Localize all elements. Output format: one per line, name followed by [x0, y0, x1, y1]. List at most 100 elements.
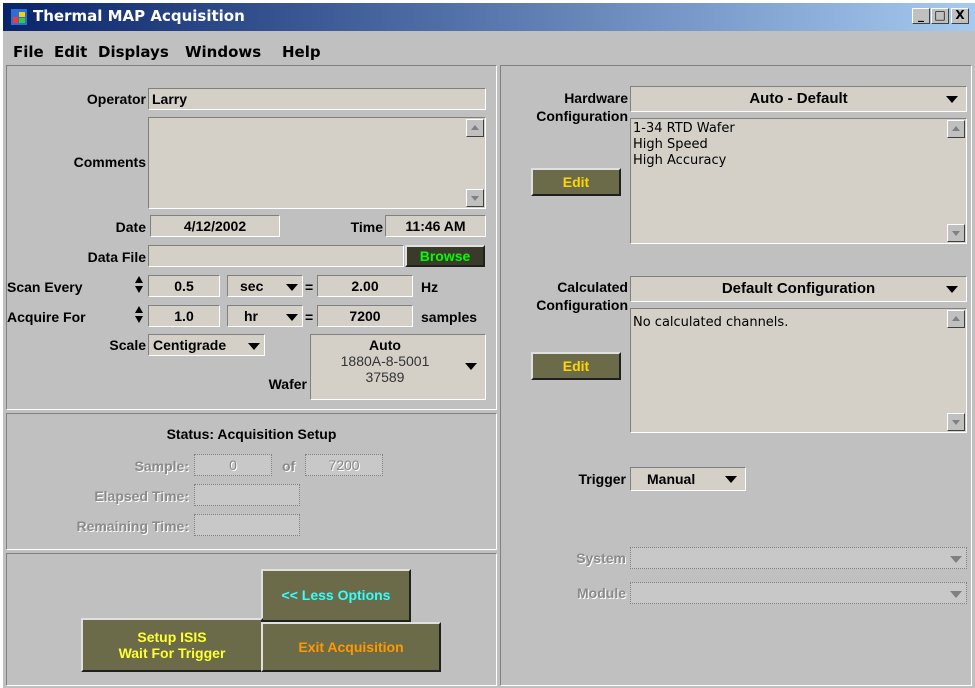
remaining-label: Remaining Time: — [76, 518, 189, 534]
wafer-label: Wafer — [268, 376, 307, 392]
menu-help[interactable]: Help — [282, 43, 321, 61]
system-label: System — [576, 550, 626, 566]
scroll-down-icon — [952, 420, 960, 425]
of-label: of — [282, 458, 296, 474]
chevron-down-icon — [950, 556, 962, 563]
scroll-up-button[interactable] — [947, 310, 965, 328]
data-file-label: Data File — [87, 249, 146, 265]
scroll-down-icon — [471, 196, 479, 201]
title-bar: Thermal MAP Acquisition _ □ X — [3, 3, 975, 31]
menu-edit[interactable]: Edit — [54, 43, 87, 61]
scroll-down-button[interactable] — [947, 413, 965, 431]
scan-unit-text: sec — [240, 278, 264, 294]
acquire-unit-text: hr — [244, 308, 258, 324]
calculated-edit-button[interactable]: Edit — [531, 352, 621, 380]
calculated-scrollbar[interactable] — [947, 310, 965, 431]
sample-total-field: 7200 — [305, 454, 383, 476]
hardware-scrollbar[interactable] — [947, 120, 965, 242]
hardware-configuration-label: Configuration — [536, 108, 628, 124]
hardware-line: 1-34 RTD Wafer — [633, 121, 735, 136]
comments-label: Comments — [73, 154, 146, 170]
remaining-field — [194, 514, 300, 536]
hardware-edit-button[interactable]: Edit — [531, 168, 621, 196]
chevron-down-icon — [950, 591, 962, 598]
acquire-unit-select[interactable]: hr — [227, 305, 303, 327]
setup-isis-button[interactable]: Setup ISIS Wait For Trigger — [81, 618, 263, 672]
scan-unit-select[interactable]: sec — [227, 275, 303, 297]
spin-down-icon — [135, 286, 143, 293]
menu-file[interactable]: File — [13, 43, 44, 61]
acquire-samples-unit: samples — [421, 309, 478, 325]
spin-down-icon — [135, 316, 143, 323]
application-window: Thermal MAP Acquisition _ □ X File Edit … — [3, 3, 975, 688]
scroll-up-button[interactable] — [466, 119, 484, 137]
acquire-spinner[interactable] — [134, 305, 144, 325]
setup-panel: Operator Larry Comments Date 4/12/2002 T… — [6, 65, 497, 410]
date-field: 4/12/2002 — [150, 215, 280, 237]
spin-up-icon — [135, 276, 143, 283]
action-panel: << Less Options Setup ISIS Wait For Trig… — [6, 553, 497, 686]
calculated-label: Calculated — [557, 279, 628, 295]
scan-value-input[interactable]: 0.5 — [148, 275, 220, 297]
scan-equals: = — [305, 279, 314, 295]
browse-button[interactable]: Browse — [405, 245, 485, 267]
hardware-config-select[interactable]: Auto - Default — [630, 86, 967, 112]
comments-textarea[interactable] — [148, 117, 486, 209]
chevron-down-icon — [286, 314, 298, 321]
comments-scrollbar[interactable] — [466, 119, 484, 207]
acquire-equals: = — [305, 309, 314, 325]
trigger-select[interactable]: Manual — [630, 467, 746, 491]
setup-isis-line1: Setup ISIS — [137, 629, 207, 645]
minimize-button[interactable]: _ — [912, 8, 930, 24]
close-icon: X — [955, 8, 965, 22]
menu-displays[interactable]: Displays — [98, 43, 169, 61]
module-select[interactable] — [630, 582, 967, 604]
operator-label: Operator — [86, 91, 146, 107]
scroll-up-icon — [952, 126, 960, 131]
minimize-icon: _ — [918, 8, 924, 22]
status-title: Status: Acquisition Setup — [166, 426, 337, 442]
hardware-config-lines: 1-34 RTD Wafer High Speed High Accuracy — [631, 119, 966, 169]
scale-text: Centigrade — [153, 337, 227, 353]
scan-every-label: Scan Every — [7, 279, 83, 295]
chevron-down-icon — [465, 363, 477, 370]
trigger-label: Trigger — [578, 471, 626, 487]
time-field: 11:46 AM — [385, 215, 486, 237]
status-panel: Status: Acquisition Setup Sample: 0 of 7… — [6, 413, 497, 550]
restore-button[interactable]: □ — [931, 8, 949, 24]
hardware-config-list: 1-34 RTD Wafer High Speed High Accuracy — [630, 118, 967, 244]
calculated-config-select[interactable]: Default Configuration — [630, 276, 967, 302]
close-button[interactable]: X — [951, 8, 969, 24]
chevron-down-icon — [946, 286, 958, 293]
scroll-down-button[interactable] — [466, 189, 484, 207]
scan-spinner[interactable] — [134, 275, 144, 295]
scroll-down-button[interactable] — [947, 224, 965, 242]
calculated-config-text: Default Configuration — [721, 280, 876, 297]
menu-windows[interactable]: Windows — [185, 43, 261, 61]
chevron-down-icon — [286, 284, 298, 291]
hardware-line: High Accuracy — [633, 153, 727, 168]
calculated-config-lines: No calculated channels. — [631, 309, 966, 331]
data-file-input[interactable] — [148, 245, 404, 267]
acquire-value-input[interactable]: 1.0 — [148, 305, 220, 327]
date-label: Date — [115, 219, 146, 235]
scale-select[interactable]: Centigrade — [148, 334, 265, 356]
scroll-up-button[interactable] — [947, 120, 965, 138]
sample-label: Sample: — [134, 458, 189, 474]
hardware-label: Hardware — [564, 90, 628, 106]
less-options-button[interactable]: << Less Options — [261, 569, 411, 622]
chevron-down-icon — [248, 343, 260, 350]
wafer-id: 1880A-8-5001 — [340, 353, 430, 369]
exit-acquisition-button[interactable]: Exit Acquisition — [261, 622, 441, 672]
calculated-line: No calculated channels. — [633, 315, 789, 330]
wafer-serial: 37589 — [365, 369, 405, 385]
hardware-line: High Speed — [633, 137, 708, 152]
acquire-samples-field: 7200 — [317, 305, 413, 327]
chevron-down-icon — [725, 476, 737, 483]
wafer-select[interactable]: Auto 1880A-8-5001 37589 — [310, 334, 486, 400]
system-select[interactable] — [630, 547, 967, 569]
spin-up-icon — [135, 306, 143, 313]
operator-input[interactable]: Larry — [148, 88, 486, 110]
restore-icon: □ — [934, 8, 946, 22]
configuration-panel: Hardware Configuration Auto - Default Ed… — [500, 65, 972, 686]
